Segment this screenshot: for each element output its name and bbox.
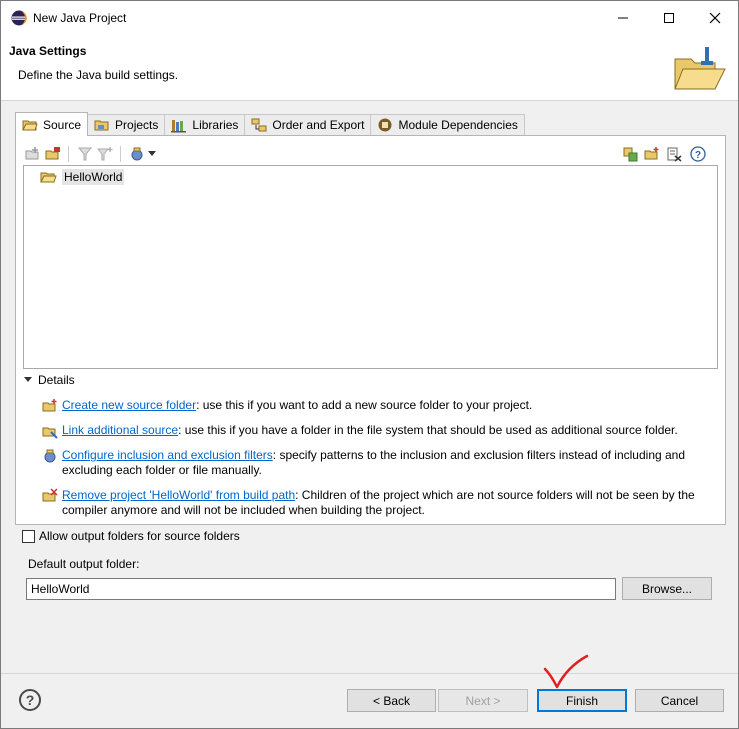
source-folder-icon bbox=[22, 120, 38, 130]
detail-create-folder: Create new source folder: use this if yo… bbox=[42, 398, 712, 414]
chevron-down-icon bbox=[24, 377, 32, 382]
allow-output-folders-label: Allow output folders for source folders bbox=[39, 529, 240, 543]
configure-filters-icon bbox=[131, 147, 143, 161]
maximize-icon bbox=[664, 13, 674, 23]
order-export-icon bbox=[251, 118, 267, 132]
page-title: Java Settings bbox=[9, 44, 87, 58]
close-icon bbox=[709, 12, 721, 24]
libraries-icon bbox=[171, 120, 187, 133]
configure-tool[interactable] bbox=[128, 145, 146, 163]
new-java-project-window: New Java Project Java Settings Define th… bbox=[0, 0, 739, 729]
page-description: Define the Java build settings. bbox=[18, 68, 179, 82]
remove-from-build-path-icon bbox=[667, 147, 682, 162]
toolbar-separator bbox=[120, 146, 121, 162]
help-button[interactable]: ? bbox=[19, 689, 41, 711]
source-tab-panel: ? HelloWorld Details Create new source f… bbox=[15, 135, 726, 525]
tab-projects-label: Projects bbox=[115, 118, 159, 132]
add-folder-tool[interactable] bbox=[24, 145, 42, 163]
svg-text:?: ? bbox=[695, 150, 701, 161]
tab-libraries-label: Libraries bbox=[192, 118, 239, 132]
add-jar-source-tool[interactable] bbox=[621, 145, 639, 163]
link-source-icon bbox=[45, 147, 60, 160]
minimize-icon bbox=[618, 17, 628, 19]
detail-text: : use this if you have a folder in the f… bbox=[178, 423, 678, 437]
tab-module-dependencies-label: Module Dependencies bbox=[398, 118, 518, 132]
next-button[interactable]: Next > bbox=[438, 689, 528, 712]
new-source-folder-icon bbox=[644, 147, 659, 160]
module-icon bbox=[378, 118, 392, 132]
allow-output-folders-checkbox[interactable] bbox=[22, 529, 35, 543]
allow-output-folders-option[interactable]: Allow output folders for source folders bbox=[22, 529, 240, 543]
projects-icon bbox=[94, 120, 109, 131]
tab-libraries[interactable]: Libraries bbox=[164, 114, 246, 135]
detail-configure-filters: Configure inclusion and exclusion filter… bbox=[42, 448, 712, 478]
source-folders-tree[interactable]: HelloWorld bbox=[23, 165, 718, 369]
details-heading: Details bbox=[38, 373, 75, 387]
filter-icon bbox=[77, 147, 93, 161]
default-output-folder-input[interactable] bbox=[26, 578, 616, 600]
remove-from-build-path-icon bbox=[42, 488, 58, 502]
configure-filters-icon bbox=[44, 449, 56, 463]
new-source-tool[interactable] bbox=[643, 145, 661, 163]
browse-button[interactable]: Browse... bbox=[622, 577, 712, 600]
source-toolbar: ? bbox=[24, 143, 719, 165]
create-new-source-folder-link[interactable]: Create new source folder bbox=[62, 398, 196, 412]
back-button[interactable]: < Back bbox=[347, 689, 436, 712]
add-source-jar-icon bbox=[623, 147, 638, 162]
help-icon: ? bbox=[690, 146, 706, 162]
remove-tool[interactable] bbox=[665, 145, 683, 163]
tab-order-and-export[interactable]: Order and Export bbox=[244, 114, 372, 135]
add-source-folder-icon bbox=[25, 147, 39, 160]
default-output-folder-label: Default output folder: bbox=[28, 557, 140, 571]
title-bar: New Java Project bbox=[1, 1, 738, 35]
tab-module-dependencies[interactable]: Module Dependencies bbox=[370, 114, 525, 135]
project-folder-icon bbox=[40, 172, 57, 183]
tab-order-and-export-label: Order and Export bbox=[272, 118, 365, 132]
configure-filters-link[interactable]: Configure inclusion and exclusion filter… bbox=[62, 448, 273, 462]
maximize-button[interactable] bbox=[646, 1, 692, 35]
help-tool[interactable]: ? bbox=[689, 145, 707, 163]
chevron-down-icon bbox=[148, 151, 156, 156]
link-source-icon bbox=[42, 427, 58, 439]
open-folder-banner-icon bbox=[674, 47, 726, 90]
cancel-button[interactable]: Cancel bbox=[635, 689, 724, 712]
filter-tool[interactable] bbox=[76, 145, 94, 163]
wizard-header: Java Settings Define the Java build sett… bbox=[1, 35, 738, 101]
tab-source-label: Source bbox=[43, 117, 82, 132]
filter-add-tool[interactable] bbox=[96, 145, 114, 163]
details-toggle[interactable]: Details bbox=[24, 373, 75, 387]
window-title: New Java Project bbox=[33, 11, 127, 25]
link-source-tool[interactable] bbox=[44, 145, 62, 163]
tree-item-label: HelloWorld bbox=[62, 169, 125, 185]
filter-add-icon bbox=[97, 147, 113, 161]
build-path-tabs: Source Projects Libraries Order and Expo… bbox=[15, 112, 525, 136]
minimize-button[interactable] bbox=[600, 1, 646, 35]
footer-separator bbox=[1, 673, 738, 674]
tab-projects[interactable]: Projects bbox=[87, 114, 166, 135]
detail-remove-project: Remove project 'HelloWorld' from build p… bbox=[42, 488, 712, 518]
eclipse-icon bbox=[11, 10, 27, 26]
tree-item-helloworld[interactable]: HelloWorld bbox=[40, 168, 125, 186]
remove-project-link[interactable]: Remove project 'HelloWorld' from build p… bbox=[62, 488, 295, 502]
detail-link-source: Link additional source: use this if you … bbox=[42, 423, 712, 439]
tab-source[interactable]: Source bbox=[15, 112, 89, 136]
toolbar-separator bbox=[68, 146, 69, 162]
new-source-folder-icon bbox=[42, 399, 57, 412]
link-additional-source-link[interactable]: Link additional source bbox=[62, 423, 178, 437]
detail-text: : use this if you want to add a new sour… bbox=[196, 398, 533, 412]
help-icon: ? bbox=[25, 692, 35, 708]
close-button[interactable] bbox=[692, 1, 738, 35]
configure-dropdown[interactable] bbox=[146, 145, 158, 163]
finish-button[interactable]: Finish bbox=[537, 689, 627, 712]
